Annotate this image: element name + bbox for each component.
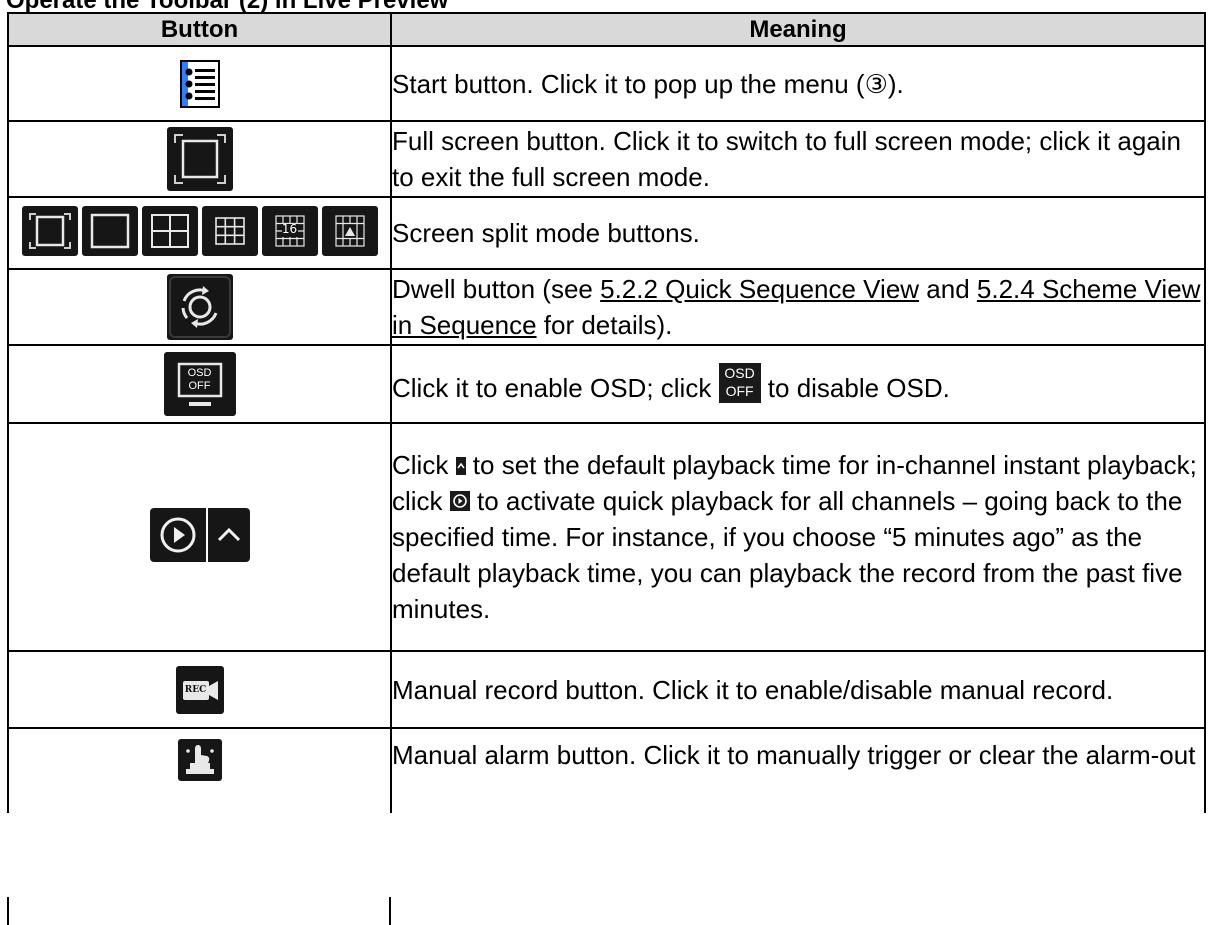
button-cell (7, 120, 392, 198)
alarm-icon (177, 739, 222, 781)
record-icon: REC (175, 665, 224, 714)
table-row: Click to set the default playback time f… (7, 422, 1206, 652)
split-16-icon: 16 (261, 205, 318, 256)
table-row: Manual alarm button. Click it to manuall… (7, 727, 1206, 813)
meaning-cell: Manual alarm button. Click it to manuall… (390, 727, 1206, 813)
playback-buttons (149, 507, 250, 562)
button-cell: 16 (7, 196, 392, 270)
table-row: Start button. Click it to pop up the men… (7, 45, 1206, 122)
meaning-cell: Screen split mode buttons. (390, 196, 1206, 270)
start-menu-icon (179, 59, 220, 108)
button-cell (7, 268, 392, 346)
meaning-cell: Click it to enable OSD; click OSD OFF to … (390, 344, 1206, 424)
table-row: Full screen button. Click it to switch t… (7, 120, 1206, 198)
split-4-icon (141, 205, 198, 256)
button-cell: REC (7, 650, 392, 729)
table-row: REC Manual record button. Click it to en… (7, 650, 1206, 729)
meaning-text: Dwell button (see (392, 274, 601, 304)
play-icon (149, 507, 206, 562)
table-row: OSD OFF Click it to enable OSD; click OS… (7, 344, 1206, 424)
toolbar-button-table: Button Meaning Start button. Click it to… (7, 12, 1206, 813)
osd-inline-label-bottom: OFF (725, 382, 754, 399)
osd-icon-label-bottom: OFF (188, 380, 211, 392)
header-button: Button (7, 12, 392, 47)
button-cell (7, 727, 392, 813)
meaning-text: and (919, 274, 977, 304)
meaning-cell: Click to set the default playback time f… (390, 422, 1206, 652)
page-clip (0, 900, 1210, 925)
chevron-up-icon (207, 507, 250, 562)
dwell-icon (166, 274, 233, 340)
split-custom-icon (321, 205, 378, 256)
header-meaning: Meaning (390, 12, 1206, 47)
button-cell (7, 45, 392, 122)
fullscreen-icon (21, 205, 78, 256)
meaning-cell: Start button. Click it to pop up the men… (390, 45, 1206, 122)
play-inline-icon (449, 491, 470, 511)
table-border-left (7, 897, 9, 925)
record-icon-label: REC (184, 684, 207, 695)
meaning-text: to activate quick playback for all chann… (392, 486, 1183, 624)
meaning-cell: Full screen button. Click it to switch t… (390, 120, 1206, 198)
osd-off-inline-icon: OSD OFF (718, 362, 761, 403)
osd-inline-label-top: OSD (724, 364, 755, 381)
button-cell: OSD OFF (7, 344, 392, 424)
split-9-icon (201, 205, 258, 256)
split-16-label: 16 (281, 221, 298, 236)
link-quick-sequence-view[interactable]: 5.2.2 Quick Sequence View (600, 274, 919, 304)
meaning-cell: Dwell button (see 5.2.2 Quick Sequence V… (390, 268, 1206, 346)
meaning-cell: Manual record button. Click it to enable… (390, 650, 1206, 729)
osd-icon: OSD OFF (163, 352, 236, 416)
meaning-text: Click (392, 450, 456, 480)
table-header-row: Button Meaning (7, 12, 1206, 47)
osd-icon-label-top: OSD (187, 367, 212, 379)
meaning-text: to disable OSD. (760, 372, 950, 403)
table-row: Dwell button (see 5.2.2 Quick Sequence V… (7, 268, 1206, 346)
meaning-text: Click it to enable OSD; click (392, 372, 719, 403)
fullscreen-icon (166, 127, 233, 191)
table-row: 16 Screen split mode buttons. (7, 196, 1206, 270)
table-border-mid (389, 897, 391, 925)
button-cell (7, 422, 392, 652)
chevron-up-inline-icon (455, 457, 466, 475)
split-mode-buttons: 16 (21, 205, 378, 256)
meaning-text: for details). (536, 310, 673, 340)
split-1-icon (81, 205, 138, 256)
